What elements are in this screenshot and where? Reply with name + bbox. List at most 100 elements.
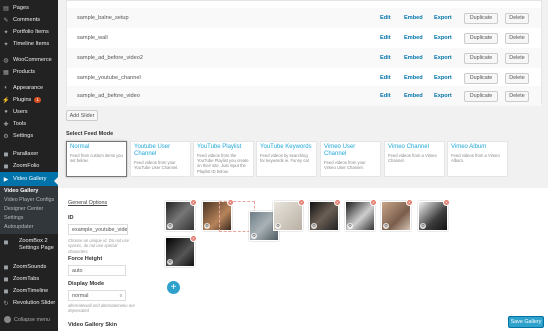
delete-button[interactable]: Delete bbox=[505, 52, 529, 64]
gallery-thumb[interactable]: × ⚙ bbox=[381, 199, 413, 231]
sidebar-item-products[interactable]: ▦ Products bbox=[0, 66, 58, 78]
sidebar-item-video-gallery[interactable]: ▶ Video Gallery bbox=[0, 172, 58, 186]
delete-button[interactable]: Delete bbox=[505, 72, 529, 84]
gallery-thumb[interactable]: × ⚙ bbox=[165, 235, 197, 267]
sidebar-item-revolution-slider[interactable]: ↻ Revolution Slider bbox=[0, 297, 58, 309]
gear-icon[interactable]: ⚙ bbox=[251, 233, 257, 239]
remove-icon[interactable]: × bbox=[443, 199, 450, 206]
duplicate-button[interactable]: Duplicate bbox=[464, 72, 498, 84]
collapse-icon bbox=[4, 316, 11, 323]
edit-link[interactable]: Edit bbox=[380, 55, 391, 61]
duplicate-button[interactable]: Duplicate bbox=[464, 32, 498, 44]
sidebar-item-timeline[interactable]: ✦ Timeline Items bbox=[0, 38, 58, 50]
sidebar-item-zoomsounds[interactable]: ◼ ZoomSounds bbox=[0, 261, 58, 273]
pages-icon: ▤ bbox=[3, 5, 9, 12]
feed-mode-vimeo-album[interactable]: Vimeo Album Feed videos from a Vimeo Albu… bbox=[447, 141, 508, 177]
sidebar-item-users[interactable]: ● Users bbox=[0, 106, 58, 118]
sidebar-item-tools[interactable]: ✚ Tools bbox=[0, 118, 58, 130]
plugins-icon: ⚡ bbox=[2, 97, 10, 104]
duplicate-button[interactable]: Duplicate bbox=[464, 90, 498, 102]
sidebar-item-label: ZoomBox 2 Settings Page bbox=[19, 238, 54, 251]
gear-icon[interactable]: ⚙ bbox=[311, 223, 317, 229]
remove-icon[interactable]: × bbox=[190, 235, 197, 242]
slider-name: sample_ad_before_video bbox=[77, 93, 140, 99]
id-input[interactable]: example_youtube_vide bbox=[68, 224, 128, 235]
gear-icon[interactable]: ⚙ bbox=[204, 223, 210, 229]
feed-mode-vimeo-channel[interactable]: Vimeo Channel Feed videos from a Vimeo Ch… bbox=[384, 141, 445, 177]
sidebar-item-zoomfolio[interactable]: ◼ ZoomFolio bbox=[0, 160, 58, 172]
display-mode-select[interactable]: normal ◊ bbox=[68, 290, 126, 301]
sidebar-item-woocommerce[interactable]: ◍ WooCommerce bbox=[0, 54, 58, 66]
slider-name: sample_ad_before_video2 bbox=[77, 55, 143, 61]
remove-icon[interactable]: × bbox=[298, 199, 305, 206]
gallery-thumb[interactable]: × ⚙ bbox=[165, 199, 197, 231]
gear-icon[interactable]: ⚙ bbox=[275, 223, 281, 229]
gear-icon[interactable]: ⚙ bbox=[167, 259, 173, 265]
feed-mode-youtube-keywords[interactable]: YouTube Keywords Feed videos by searching… bbox=[256, 141, 317, 177]
gallery-thumb[interactable]: × ⚙ bbox=[345, 199, 377, 231]
sidebar-item-comments[interactable]: ✎ Comments bbox=[0, 14, 58, 26]
export-link[interactable]: Export bbox=[434, 93, 452, 99]
feed-mode-youtube-user-channel[interactable]: Youtube User Channel Feed videos from you… bbox=[130, 141, 191, 177]
remove-icon[interactable]: × bbox=[334, 199, 341, 206]
gallery-thumb[interactable]: × ⚙ bbox=[418, 199, 450, 231]
export-link[interactable]: Export bbox=[434, 15, 452, 21]
sidebar-item-plugins[interactable]: ⚡ Plugins 1 bbox=[0, 94, 58, 106]
active-menu-arrow bbox=[54, 177, 58, 185]
submenu-settings[interactable]: Settings bbox=[4, 215, 23, 221]
gallery-thumb[interactable]: × ⚙ bbox=[309, 199, 341, 231]
feed-mode-normal[interactable]: Normal Feed from custom items you set bel… bbox=[66, 141, 127, 177]
embed-link[interactable]: Embed bbox=[404, 75, 423, 81]
admin-sidebar: ▤ Pages ✎ Comments ✦ Portfolio Items ✦ Timel… bbox=[0, 0, 58, 331]
sidebar-item-zoomtabs[interactable]: ◼ ZoomTabs bbox=[0, 273, 58, 285]
delete-button[interactable]: Delete bbox=[505, 12, 529, 24]
zoomtimeline-icon: ◼ bbox=[3, 288, 9, 295]
general-options-title[interactable]: General Options bbox=[68, 200, 107, 206]
force-height-input[interactable]: auto bbox=[68, 265, 126, 276]
save-gallery-button[interactable]: Save Gallery bbox=[508, 316, 544, 328]
add-item-button[interactable]: + bbox=[167, 281, 180, 294]
edit-link[interactable]: Edit bbox=[380, 35, 391, 41]
gear-icon[interactable]: ⚙ bbox=[383, 223, 389, 229]
feed-mode-youtube-playlist[interactable]: YouTube Playlist Feed videos from the You… bbox=[193, 141, 254, 177]
sidebar-item-portfolio[interactable]: ✦ Portfolio Items bbox=[0, 26, 58, 38]
remove-icon[interactable]: × bbox=[190, 199, 197, 206]
sidebar-item-label: Portfolio Items bbox=[13, 29, 49, 35]
remove-icon[interactable]: × bbox=[406, 199, 413, 206]
duplicate-button[interactable]: Duplicate bbox=[464, 12, 498, 24]
submenu-designer-center[interactable]: Designer Center bbox=[4, 206, 43, 212]
embed-link[interactable]: Embed bbox=[404, 15, 423, 21]
sidebar-item-settings[interactable]: ⚙ Settings bbox=[0, 130, 58, 142]
edit-link[interactable]: Edit bbox=[380, 15, 391, 21]
table-row: sample_balne_setup Edit Embed Export Dup… bbox=[67, 8, 541, 28]
submenu-autoupdater[interactable]: Autoupdater bbox=[4, 224, 33, 230]
sidebar-item-label: WooCommerce bbox=[13, 57, 52, 63]
sidebar-item-parallaxer[interactable]: ◼ Parallaxer bbox=[0, 148, 58, 160]
sidebar-item-zoomtimeline[interactable]: ◼ ZoomTimeline bbox=[0, 285, 58, 297]
sidebar-item-appearance[interactable]: ◐ Appearance bbox=[0, 82, 58, 94]
export-link[interactable]: Export bbox=[434, 55, 452, 61]
delete-button[interactable]: Delete bbox=[505, 90, 529, 102]
gear-icon[interactable]: ⚙ bbox=[347, 223, 353, 229]
edit-link[interactable]: Edit bbox=[380, 93, 391, 99]
gear-icon[interactable]: ⚙ bbox=[420, 223, 426, 229]
feed-mode-vimeo-user-channel[interactable]: Vimeo User Channel Feed videos from your … bbox=[320, 141, 381, 177]
export-link[interactable]: Export bbox=[434, 35, 452, 41]
delete-button[interactable]: Delete bbox=[505, 32, 529, 44]
gallery-thumb[interactable]: × ⚙ bbox=[273, 199, 305, 231]
add-slider-button[interactable]: Add Slider bbox=[66, 110, 98, 121]
gear-icon[interactable]: ⚙ bbox=[167, 223, 173, 229]
embed-link[interactable]: Embed bbox=[404, 35, 423, 41]
export-link[interactable]: Export bbox=[434, 75, 452, 81]
sidebar-item-zoombox[interactable]: ◼ ZoomBox 2 Settings Page bbox=[0, 238, 58, 258]
edit-link[interactable]: Edit bbox=[380, 75, 391, 81]
sidebar-item-pages[interactable]: ▤ Pages bbox=[0, 2, 58, 14]
submenu-video-gallery[interactable]: Video Gallery bbox=[4, 188, 38, 194]
submenu-video-player-configs[interactable]: Video Player Configs bbox=[4, 197, 54, 203]
embed-link[interactable]: Embed bbox=[404, 55, 423, 61]
update-count-badge: 1 bbox=[34, 97, 41, 103]
embed-link[interactable]: Embed bbox=[404, 93, 423, 99]
collapse-menu-button[interactable]: Collapse menu bbox=[4, 316, 50, 323]
duplicate-button[interactable]: Duplicate bbox=[464, 52, 498, 64]
remove-icon[interactable]: × bbox=[370, 199, 377, 206]
